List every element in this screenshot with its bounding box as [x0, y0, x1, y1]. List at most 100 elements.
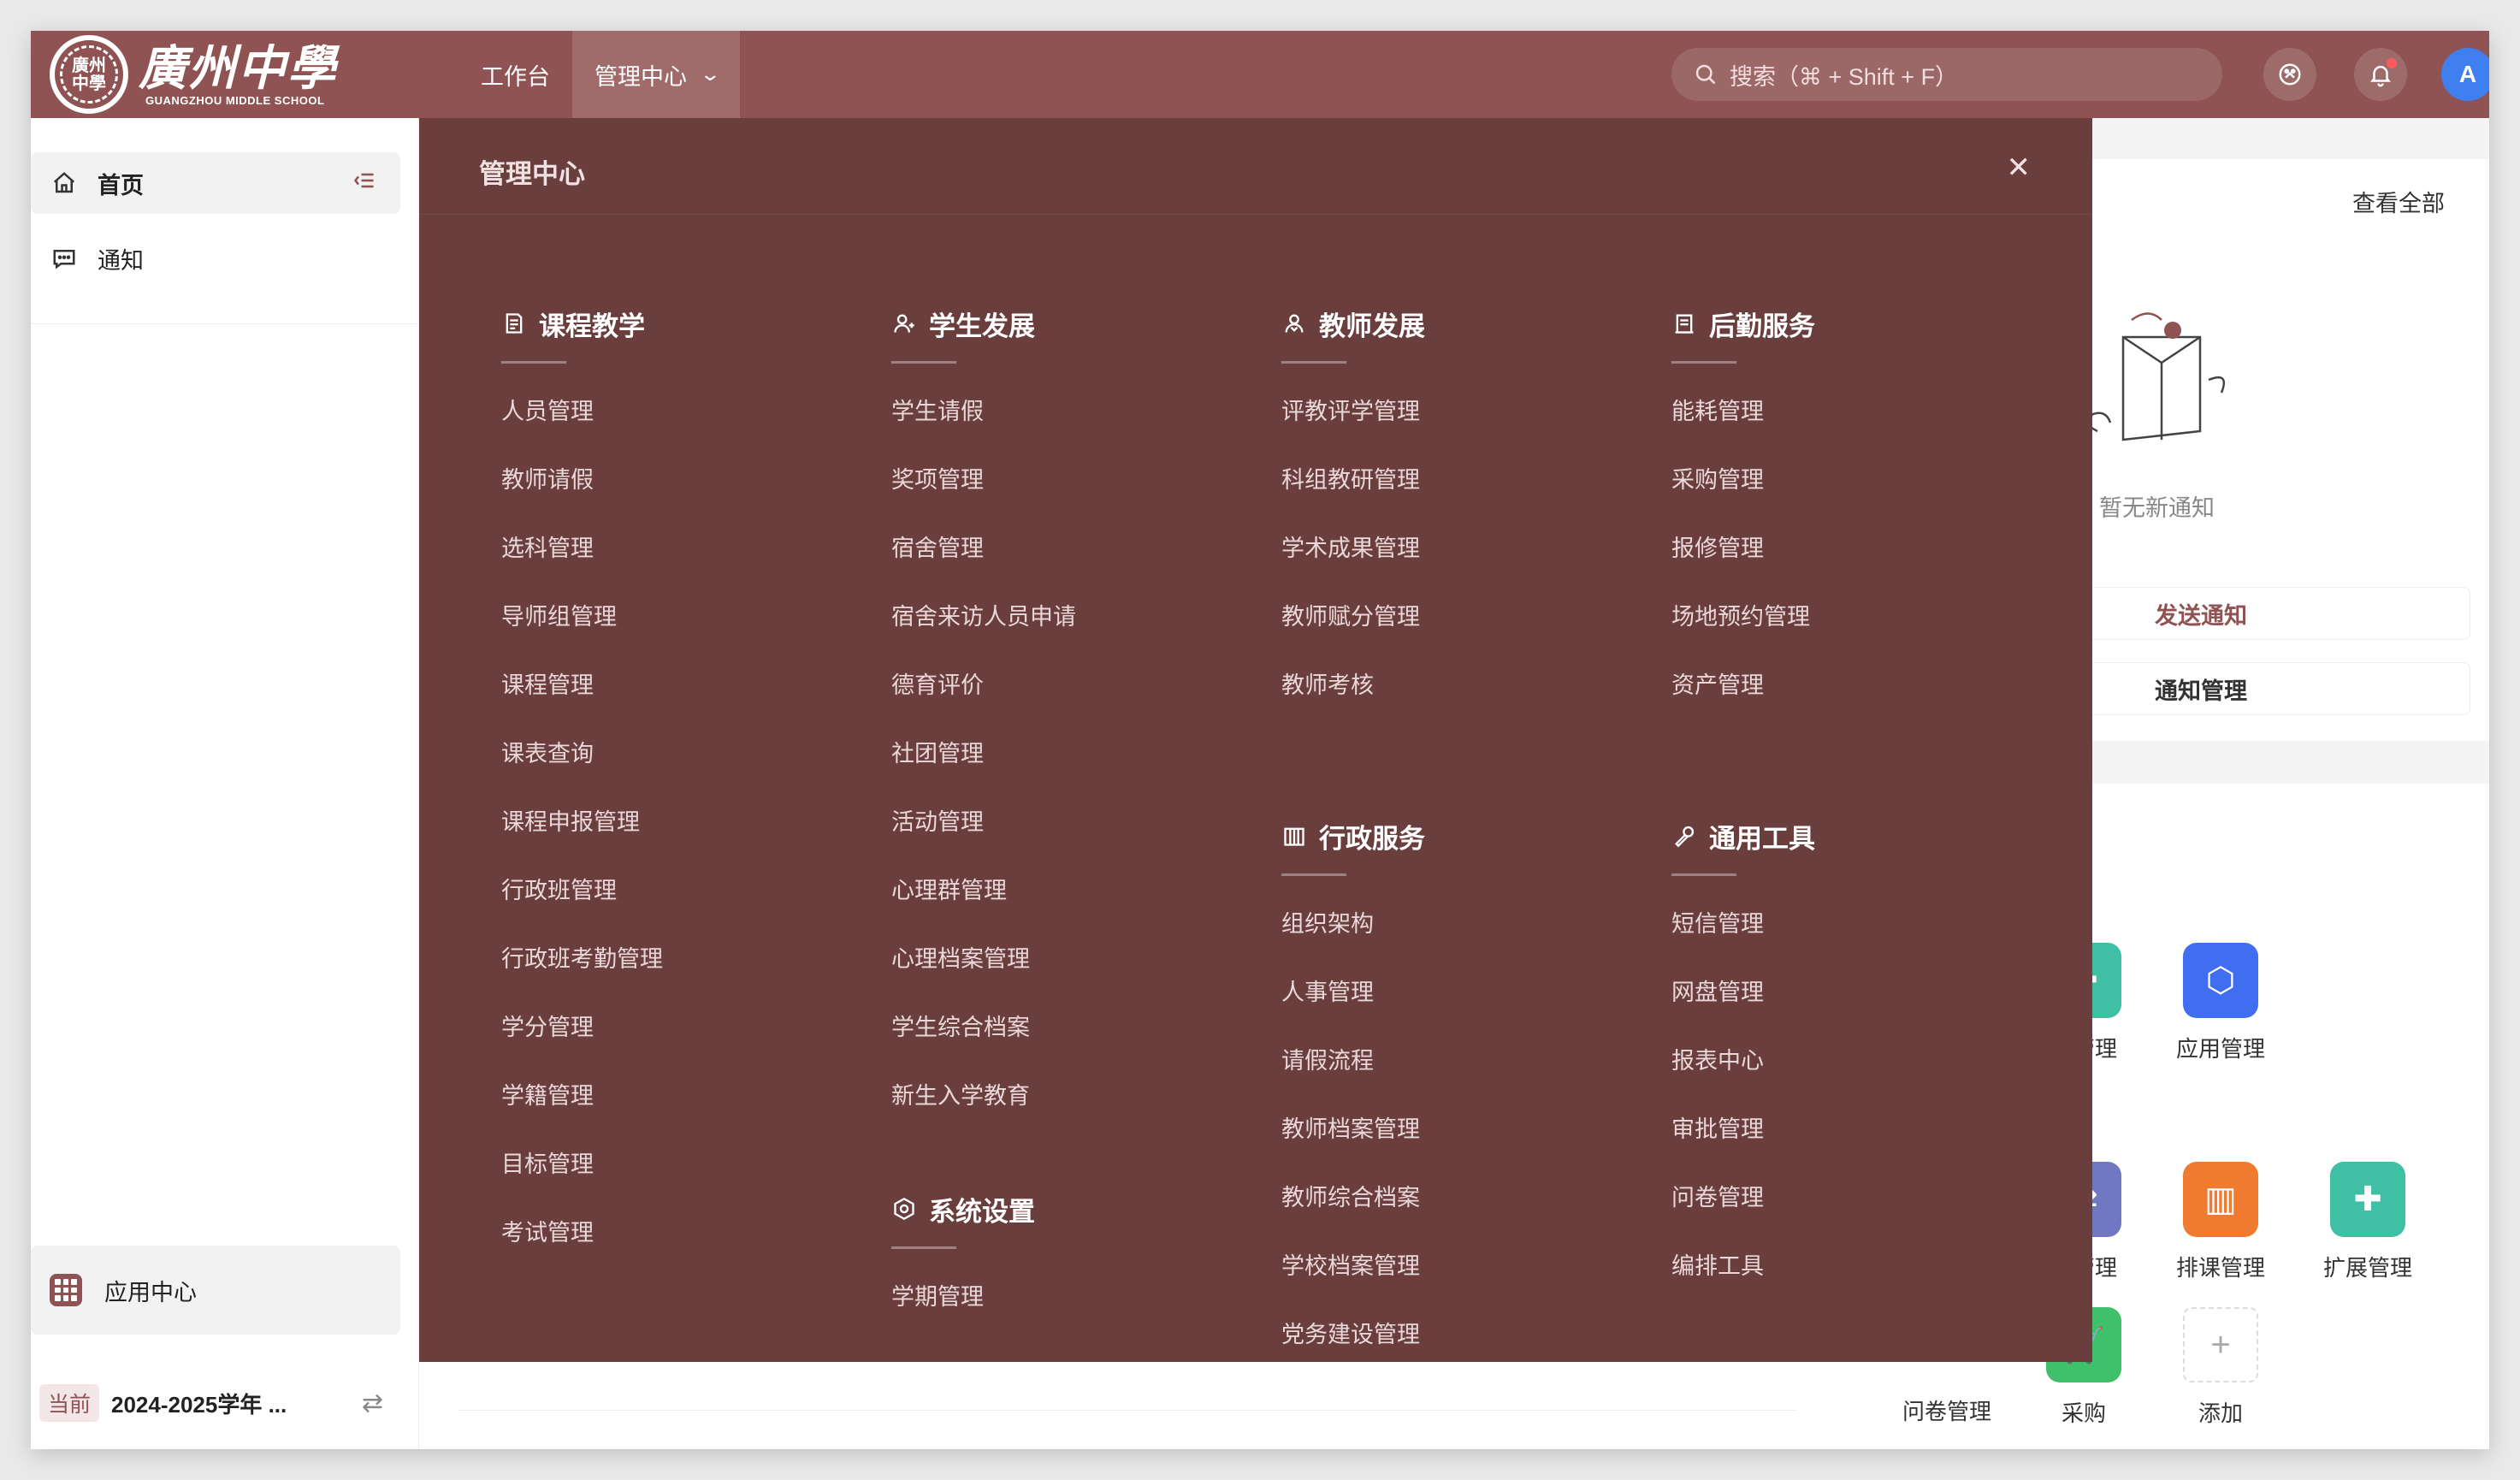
menu-item[interactable]: 心理档案管理: [891, 925, 1076, 993]
category-title: 教师发展: [1319, 311, 1425, 341]
menu-item[interactable]: 学校档案管理: [1281, 1232, 1425, 1300]
top-nav: 工作台 管理中心 ⌄: [458, 31, 741, 118]
menu-item[interactable]: 德育评价: [891, 651, 1076, 719]
logo-emblem-text: 廣州中學: [72, 55, 106, 93]
menu-item[interactable]: 导师组管理: [501, 583, 663, 651]
menu-item[interactable]: 报表中心: [1671, 1027, 1815, 1095]
unread-dot: [2387, 58, 2397, 68]
menu-item[interactable]: 资产管理: [1671, 651, 1815, 719]
notice-manage-button[interactable]: 通知管理: [2068, 662, 2470, 715]
app-tile-extend-manage[interactable]: ✚ 扩展管理: [2299, 1162, 2436, 1282]
menu-item[interactable]: 问卷管理: [1671, 1163, 1815, 1232]
menu-item[interactable]: 请假流程: [1281, 1027, 1425, 1095]
category-course-teaching: 课程教学 人员管理 教师请假 选科管理 导师组管理 课程管理 课表查询 课程申报…: [501, 305, 663, 1267]
menu-item[interactable]: 审批管理: [1671, 1095, 1815, 1163]
portal-icon: [1671, 1371, 1697, 1397]
plus-icon: +: [2183, 1307, 2258, 1382]
send-notice-button[interactable]: 发送通知: [2068, 587, 2470, 640]
school-logo[interactable]: 廣州中學 廣州中學 GUANGZHOU MIDDLE SCHOOL: [50, 35, 337, 114]
category-unified-portal: 统一门户: [1671, 1365, 1815, 1403]
menu-item[interactable]: 宿舍来访人员申请: [891, 583, 1076, 651]
menu-item[interactable]: 行政班考勤管理: [501, 925, 663, 993]
menu-item[interactable]: 能耗管理: [1671, 377, 1815, 446]
menu-item[interactable]: 组织架构: [1281, 890, 1425, 958]
palette-icon: [2279, 63, 2301, 86]
menu-item[interactable]: 场地预约管理: [1671, 583, 1815, 651]
sidebar-item-notice[interactable]: 通知: [31, 228, 400, 289]
menu-item[interactable]: 目标管理: [501, 1130, 663, 1199]
menu-item[interactable]: 科组教研管理: [1281, 446, 1425, 514]
notification-button[interactable]: [2354, 48, 2407, 101]
app-tile-schedule[interactable]: ▥ 排课管理: [2152, 1162, 2289, 1282]
app-tile-app-manage[interactable]: ⬡ 应用管理: [2152, 943, 2289, 1063]
view-all-link[interactable]: 查看全部: [2352, 185, 2445, 218]
avatar[interactable]: A: [2441, 48, 2489, 101]
category-title: 统一门户: [1709, 1371, 1815, 1402]
menu-item[interactable]: 社团管理: [891, 719, 1076, 788]
menu-item[interactable]: 活动管理: [891, 788, 1076, 856]
menu-item[interactable]: 短信管理: [1671, 890, 1815, 958]
menu-item[interactable]: 奖项管理: [891, 446, 1076, 514]
message-icon: [50, 246, 79, 271]
app-tile-survey[interactable]: 问卷管理: [1878, 1394, 2015, 1426]
menu-item[interactable]: 宿舍管理: [891, 514, 1076, 583]
app-tile-label: 排课管理: [2175, 1255, 2265, 1281]
category-underline: [501, 361, 566, 364]
logo-english-name: GUANGZHOU MIDDLE SCHOOL: [145, 93, 325, 107]
category-header: 课程教学: [501, 305, 663, 342]
menu-item[interactable]: 教师档案管理: [1281, 1095, 1425, 1163]
category-admin-services: 行政服务 组织架构 人事管理 请假流程 教师档案管理 教师综合档案 学校档案管理…: [1281, 817, 1425, 1369]
menu-item[interactable]: 人员管理: [501, 377, 663, 446]
app-tile-label: 应用管理: [2175, 1036, 2265, 1062]
menu-item[interactable]: 考试管理: [501, 1199, 663, 1267]
empty-box-illustration: [2086, 312, 2226, 441]
sidebar-item-home[interactable]: 首页: [31, 152, 400, 214]
menu-item[interactable]: 学籍管理: [501, 1062, 663, 1130]
menu-item[interactable]: 课程申报管理: [501, 788, 663, 856]
term-selector[interactable]: 当前 2024-2025学年 ... ⇄: [31, 1377, 419, 1429]
menu-item[interactable]: 行政班管理: [501, 856, 663, 925]
clipboard-icon: [1671, 311, 1697, 336]
theme-button[interactable]: [2263, 48, 2316, 101]
menu-item[interactable]: 网盘管理: [1671, 958, 1815, 1027]
menu-item[interactable]: 教师请假: [501, 446, 663, 514]
app-tile-label: 添加: [2198, 1400, 2243, 1426]
wrench-icon: [1671, 823, 1697, 849]
teacher-icon: [1281, 311, 1307, 336]
menu-item[interactable]: 人事管理: [1281, 958, 1425, 1027]
menu-item[interactable]: 采购管理: [1671, 446, 1815, 514]
category-underline: [1281, 361, 1346, 364]
menu-item[interactable]: 教师综合档案: [1281, 1163, 1425, 1232]
category-title: 后勤服务: [1709, 311, 1815, 341]
category-title: 通用工具: [1709, 823, 1815, 854]
close-icon[interactable]: ✕: [2007, 151, 2032, 185]
menu-item[interactable]: 选科管理: [501, 514, 663, 583]
menu-item[interactable]: 学期管理: [891, 1263, 1076, 1331]
nav-management-center[interactable]: 管理中心 ⌄: [572, 31, 741, 118]
menu-item[interactable]: 课表查询: [501, 719, 663, 788]
menu-item[interactable]: 编排工具: [1671, 1232, 1815, 1300]
swap-icon[interactable]: ⇄: [362, 1388, 383, 1418]
menu-item[interactable]: 学术成果管理: [1281, 514, 1425, 583]
student-icon: [891, 311, 917, 336]
nav-workbench[interactable]: 工作台: [458, 31, 572, 118]
puzzle-icon: ✚: [2330, 1162, 2405, 1237]
nav-management-label: 管理中心: [595, 63, 687, 90]
menu-item[interactable]: 心理群管理: [891, 856, 1076, 925]
menu-item[interactable]: 学生综合档案: [891, 993, 1076, 1062]
menu-item[interactable]: 党务建设管理: [1281, 1300, 1425, 1369]
app-center-button[interactable]: 应用中心: [31, 1246, 400, 1335]
search-input[interactable]: 搜索（⌘ + Shift + F）: [1671, 48, 2222, 101]
menu-item[interactable]: 报修管理: [1671, 514, 1815, 583]
category-underline: [1671, 361, 1736, 364]
app-tile-add[interactable]: + 添加: [2152, 1307, 2289, 1428]
menu-item[interactable]: 教师考核: [1281, 651, 1425, 719]
menu-item[interactable]: 评教评学管理: [1281, 377, 1425, 446]
menu-item[interactable]: 新生入学教育: [891, 1062, 1076, 1130]
collapse-menu-icon[interactable]: [352, 169, 376, 198]
category-header: 统一门户: [1671, 1365, 1815, 1403]
menu-item[interactable]: 课程管理: [501, 651, 663, 719]
menu-item[interactable]: 学分管理: [501, 993, 663, 1062]
menu-item[interactable]: 教师赋分管理: [1281, 583, 1425, 651]
menu-item[interactable]: 学生请假: [891, 377, 1076, 446]
